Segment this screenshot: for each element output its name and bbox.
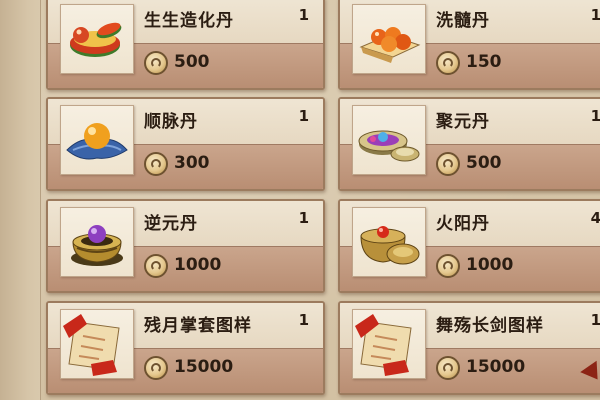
item-quantity: 4 [590, 209, 600, 227]
silver-coin-icon [144, 152, 168, 176]
blueprint-scroll-icon [63, 314, 120, 376]
item-name: 顺脉丹 [144, 112, 198, 132]
item-thumbnail [352, 4, 426, 74]
item-name: 聚元丹 [436, 112, 490, 132]
item-thumbnail [352, 309, 426, 379]
shop-item-card[interactable]: 舞殇长剑图样 1 15000 [338, 301, 600, 395]
item-quantity: 1 [298, 209, 309, 227]
item-thumbnail [60, 105, 134, 175]
item-price: 1000 [174, 255, 222, 275]
item-thumbnail [60, 4, 134, 74]
item-name: 洗髓丹 [436, 11, 490, 31]
silver-coin-icon [144, 254, 168, 278]
item-quantity: 1 [590, 107, 600, 125]
item-name: 生生造化丹 [144, 11, 234, 31]
red-pill-golden-pot-icon [360, 226, 420, 265]
shop-item-card[interactable]: 洗髓丹 1 150 [338, 0, 600, 90]
purple-pill-bronze-pot-icon [71, 225, 123, 266]
item-quantity: 1 [298, 6, 309, 24]
item-name: 舞殇长剑图样 [436, 316, 544, 336]
item-name: 残月掌套图样 [144, 316, 252, 336]
jade-bracelet-pill-icon [70, 22, 122, 57]
item-quantity: 1 [298, 311, 309, 329]
item-price: 150 [466, 52, 502, 72]
shop-item-card[interactable]: 生生造化丹 1 500 [46, 0, 325, 90]
item-thumbnail [60, 309, 134, 379]
silver-coin-icon [436, 51, 460, 75]
item-thumbnail [352, 105, 426, 175]
orange-pill-on-blue-cushion-icon [66, 123, 128, 160]
item-quantity: 1 [590, 6, 600, 24]
shop-item-card[interactable]: 聚元丹 1 500 [338, 97, 600, 191]
item-price: 500 [174, 52, 210, 72]
silver-coin-icon [144, 356, 168, 380]
shop-item-card[interactable]: 火阳丹 4 1000 [338, 199, 600, 293]
item-name: 逆元丹 [144, 214, 198, 234]
silver-coin-icon [436, 356, 460, 380]
silver-coin-icon [144, 51, 168, 75]
shop-item-card[interactable]: 逆元丹 1 1000 [46, 199, 325, 293]
item-thumbnail [352, 207, 426, 277]
silver-coin-icon [436, 254, 460, 278]
item-name: 火阳丹 [436, 214, 490, 234]
item-price: 15000 [466, 357, 526, 377]
blueprint-scroll-icon [355, 314, 412, 376]
gem-pill-box-icon [358, 130, 420, 162]
orange-pills-on-cloth-icon [359, 27, 421, 63]
item-price: 15000 [174, 357, 234, 377]
item-price: 500 [466, 153, 502, 173]
item-thumbnail [60, 207, 134, 277]
left-panel-edge [0, 0, 41, 400]
shop-item-card[interactable]: 顺脉丹 1 300 [46, 97, 325, 191]
silver-coin-icon [436, 152, 460, 176]
item-quantity: 1 [590, 311, 600, 329]
item-price: 1000 [466, 255, 514, 275]
item-quantity: 1 [298, 107, 309, 125]
shop-item-card[interactable]: 残月掌套图样 1 15000 [46, 301, 325, 395]
item-price: 300 [174, 153, 210, 173]
